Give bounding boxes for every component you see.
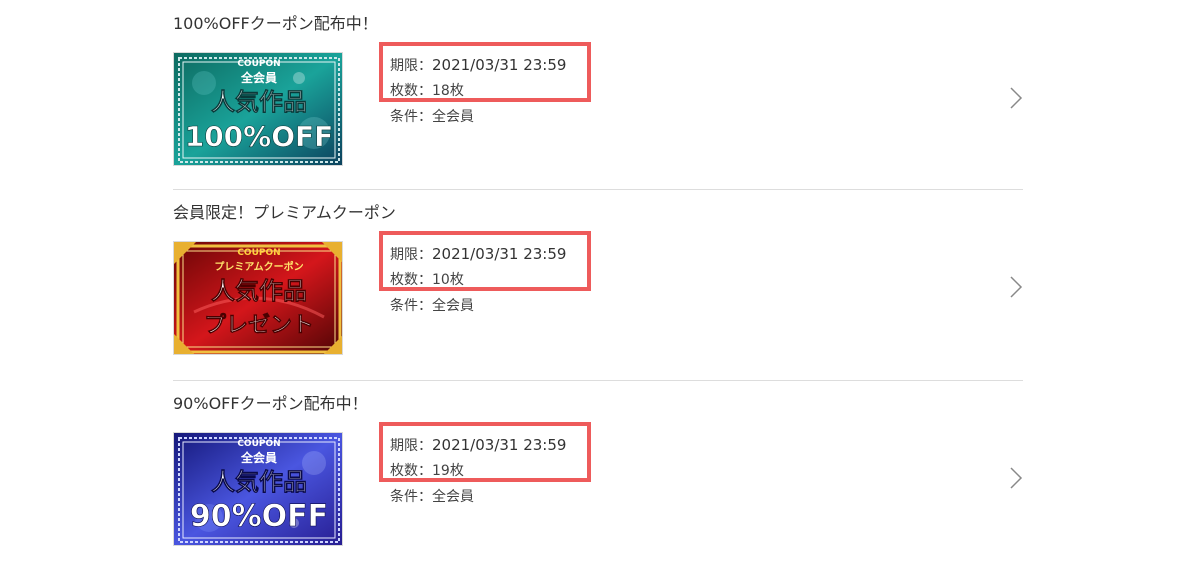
- condition-label: 条件：: [390, 109, 432, 125]
- coupon-banner-graphic: COUPON 全会員 人気作品 90%OFF: [174, 433, 342, 545]
- coupon-info: 期限：2021/03/31 23:59 枚数：10枚 条件：全会員: [390, 241, 566, 319]
- coupon-info: 期限：2021/03/31 23:59 枚数：19枚 条件：全会員: [390, 432, 566, 510]
- coupon-item[interactable]: 90%OFFクーポン配布中！ COUPON 全会員 人気作品 90%OFF 期限…: [173, 380, 1023, 571]
- coupon-banner-image[interactable]: COUPON プレミアムクーポン 人気作品 プレゼント: [173, 241, 343, 355]
- expiry-label: 期限：: [390, 247, 432, 263]
- coupon-list: 100%OFFクーポン配布中！ COUPON 全会員 人気作品 100%OFF …: [173, 0, 1023, 571]
- banner-line2: 人気作品: [211, 88, 307, 116]
- banner-line1: 全会員: [240, 70, 277, 85]
- expiry-value: 2021/03/31 23:59: [432, 436, 567, 454]
- chevron-right-icon[interactable]: [1009, 466, 1023, 490]
- condition-row: 条件：全会員: [390, 293, 566, 319]
- banner-tag: COUPON: [237, 439, 280, 449]
- count-row: 枚数：19枚: [390, 458, 566, 484]
- coupon-title: 100%OFFクーポン配布中！: [173, 14, 378, 33]
- banner-line2: 人気作品: [211, 468, 307, 496]
- count-value: 10枚: [432, 272, 464, 288]
- coupon-banner-graphic: COUPON 全会員 人気作品 100%OFF: [174, 53, 342, 165]
- coupon-info: 期限：2021/03/31 23:59 枚数：18枚 条件：全会員: [390, 52, 566, 130]
- banner-line3: プレゼント: [204, 313, 314, 338]
- expiry-label: 期限：: [390, 438, 432, 454]
- expiry-row: 期限：2021/03/31 23:59: [390, 241, 566, 267]
- expiry-value: 2021/03/31 23:59: [432, 56, 567, 74]
- banner-line3: 100%OFF: [185, 120, 334, 153]
- count-row: 枚数：18枚: [390, 78, 566, 104]
- chevron-right-icon[interactable]: [1009, 86, 1023, 110]
- coupon-banner-graphic: COUPON プレミアムクーポン 人気作品 プレゼント: [174, 242, 342, 354]
- banner-line1: 全会員: [240, 450, 277, 465]
- coupon-title: 90%OFFクーポン配布中！: [173, 394, 368, 413]
- coupon-banner-image[interactable]: COUPON 全会員 人気作品 100%OFF: [173, 52, 343, 166]
- condition-row: 条件：全会員: [390, 484, 566, 510]
- condition-label: 条件：: [390, 298, 432, 314]
- banner-line1: プレミアムクーポン: [214, 260, 303, 273]
- expiry-row: 期限：2021/03/31 23:59: [390, 432, 566, 458]
- expiry-label: 期限：: [390, 58, 432, 74]
- banner-line2: 人気作品: [211, 277, 307, 305]
- count-label: 枚数：: [390, 272, 432, 288]
- banner-tag: COUPON: [237, 248, 280, 258]
- banner-line3: 90%OFF: [190, 499, 328, 534]
- count-row: 枚数：10枚: [390, 267, 566, 293]
- count-label: 枚数：: [390, 83, 432, 99]
- count-value: 18枚: [432, 83, 464, 99]
- condition-value: 全会員: [432, 298, 474, 314]
- condition-label: 条件：: [390, 489, 432, 505]
- coupon-item[interactable]: 100%OFFクーポン配布中！ COUPON 全会員 人気作品 100%OFF …: [173, 0, 1023, 189]
- banner-tag: COUPON: [237, 59, 280, 69]
- coupon-banner-image[interactable]: COUPON 全会員 人気作品 90%OFF: [173, 432, 343, 546]
- expiry-value: 2021/03/31 23:59: [432, 245, 567, 263]
- coupon-title: 会員限定！プレミアムクーポン: [173, 203, 396, 222]
- condition-value: 全会員: [432, 489, 474, 505]
- condition-value: 全会員: [432, 109, 474, 125]
- expiry-row: 期限：2021/03/31 23:59: [390, 52, 566, 78]
- count-label: 枚数：: [390, 463, 432, 479]
- count-value: 19枚: [432, 463, 464, 479]
- coupon-item[interactable]: 会員限定！プレミアムクーポン COUPON プレミアムクーポン 人気作品 プレゼ…: [173, 189, 1023, 380]
- chevron-right-icon[interactable]: [1009, 275, 1023, 299]
- condition-row: 条件：全会員: [390, 104, 566, 130]
